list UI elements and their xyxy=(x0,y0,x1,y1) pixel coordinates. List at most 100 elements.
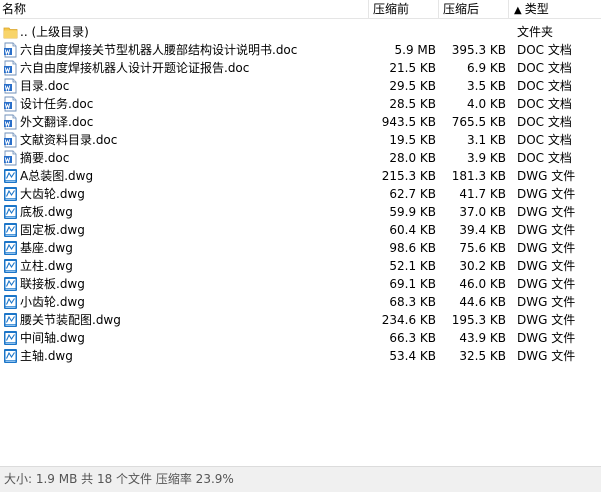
file-row[interactable]: 摘要.doc 28.0 KB 3.9 KB DOC 文档 xyxy=(0,149,601,167)
column-name-header[interactable]: 名称 xyxy=(0,0,368,19)
file-list: .. (上级目录) 文件夹 六自由度焊接关节型机器人腰部结构设计说明书.doc … xyxy=(0,23,601,365)
file-type: DOC 文档 xyxy=(517,133,572,147)
column-size-after-header[interactable]: 压缩后 xyxy=(438,0,508,19)
doc-icon xyxy=(3,114,18,130)
file-row[interactable]: 六自由度焊接机器人设计开题论证报告.doc 21.5 KB 6.9 KB DOC… xyxy=(0,59,601,77)
file-row[interactable]: 联接板.dwg 69.1 KB 46.0 KB DWG 文件 xyxy=(0,275,601,293)
column-type-header[interactable]: ▲ 类型 xyxy=(508,0,601,19)
dwg-icon xyxy=(3,348,18,364)
dwg-icon xyxy=(3,276,18,292)
file-size-after: 3.5 KB xyxy=(467,79,506,93)
file-type: DWG 文件 xyxy=(517,169,576,183)
file-size-before: 28.0 KB xyxy=(389,151,436,165)
parent-directory-type: 文件夹 xyxy=(517,25,554,39)
file-name: A总装图.dwg xyxy=(20,169,94,183)
file-row[interactable]: 中间轴.dwg 66.3 KB 43.9 KB DWG 文件 xyxy=(0,329,601,347)
file-size-after: 43.9 KB xyxy=(459,331,506,345)
file-size-after: 3.9 KB xyxy=(467,151,506,165)
file-row[interactable]: 六自由度焊接关节型机器人腰部结构设计说明书.doc 5.9 MB 395.3 K… xyxy=(0,41,601,59)
file-row[interactable]: 主轴.dwg 53.4 KB 32.5 KB DWG 文件 xyxy=(0,347,601,365)
status-bar: 大小: 1.9 MB 共 18 个文件 压缩率 23.9% xyxy=(0,466,601,492)
file-type: DWG 文件 xyxy=(517,205,576,219)
file-name: 大齿轮.dwg xyxy=(20,187,85,201)
file-size-after: 395.3 KB xyxy=(451,43,506,57)
status-text: 大小: 1.9 MB 共 18 个文件 压缩率 23.9% xyxy=(4,472,234,486)
file-name: 摘要.doc xyxy=(20,151,70,165)
file-row[interactable]: 外文翻译.doc 943.5 KB 765.5 KB DOC 文档 xyxy=(0,113,601,131)
file-name: 腰关节装配图.dwg xyxy=(20,313,121,327)
dwg-icon xyxy=(3,240,18,256)
file-type: DWG 文件 xyxy=(517,187,576,201)
dwg-icon xyxy=(3,294,18,310)
file-name: 立柱.dwg xyxy=(20,259,73,273)
file-row[interactable]: A总装图.dwg 215.3 KB 181.3 KB DWG 文件 xyxy=(0,167,601,185)
file-row[interactable]: 基座.dwg 98.6 KB 75.6 KB DWG 文件 xyxy=(0,239,601,257)
doc-icon xyxy=(3,60,18,76)
file-type: DOC 文档 xyxy=(517,115,572,129)
file-size-after: 41.7 KB xyxy=(459,187,506,201)
dwg-icon xyxy=(3,330,18,346)
file-size-before: 98.6 KB xyxy=(389,241,436,255)
file-size-after: 39.4 KB xyxy=(459,223,506,237)
file-size-after: 3.1 KB xyxy=(467,133,506,147)
file-size-before: 215.3 KB xyxy=(381,169,436,183)
file-row[interactable]: 文献资料目录.doc 19.5 KB 3.1 KB DOC 文档 xyxy=(0,131,601,149)
file-row[interactable]: 立柱.dwg 52.1 KB 30.2 KB DWG 文件 xyxy=(0,257,601,275)
file-row[interactable]: 固定板.dwg 60.4 KB 39.4 KB DWG 文件 xyxy=(0,221,601,239)
file-size-before: 943.5 KB xyxy=(381,115,436,129)
file-row[interactable]: 小齿轮.dwg 68.3 KB 44.6 KB DWG 文件 xyxy=(0,293,601,311)
file-name: 目录.doc xyxy=(20,79,70,93)
parent-directory-row[interactable]: .. (上级目录) 文件夹 xyxy=(0,23,601,41)
file-size-before: 69.1 KB xyxy=(389,277,436,291)
dwg-icon xyxy=(3,258,18,274)
file-type: DOC 文档 xyxy=(517,79,572,93)
file-size-before: 59.9 KB xyxy=(389,205,436,219)
file-row[interactable]: 大齿轮.dwg 62.7 KB 41.7 KB DWG 文件 xyxy=(0,185,601,203)
file-row[interactable]: 目录.doc 29.5 KB 3.5 KB DOC 文档 xyxy=(0,77,601,95)
sort-ascending-icon: ▲ xyxy=(514,5,522,16)
dwg-icon xyxy=(3,222,18,238)
file-type: DOC 文档 xyxy=(517,61,572,75)
file-name: 外文翻译.doc xyxy=(20,115,94,129)
dwg-icon xyxy=(3,186,18,202)
file-name: 底板.dwg xyxy=(20,205,73,219)
file-type: DOC 文档 xyxy=(517,151,572,165)
file-size-before: 234.6 KB xyxy=(381,313,436,327)
file-row[interactable]: 底板.dwg 59.9 KB 37.0 KB DWG 文件 xyxy=(0,203,601,221)
column-header: 名称 压缩前 压缩后 ▲ 类型 xyxy=(0,0,601,19)
file-type: DOC 文档 xyxy=(517,97,572,111)
file-row[interactable]: 腰关节装配图.dwg 234.6 KB 195.3 KB DWG 文件 xyxy=(0,311,601,329)
file-name: 基座.dwg xyxy=(20,241,73,255)
column-type-label: 类型 xyxy=(524,2,549,16)
file-size-before: 68.3 KB xyxy=(389,295,436,309)
file-row[interactable]: 设计任务.doc 28.5 KB 4.0 KB DOC 文档 xyxy=(0,95,601,113)
file-size-after: 44.6 KB xyxy=(459,295,506,309)
dwg-icon xyxy=(3,312,18,328)
file-size-after: 4.0 KB xyxy=(467,97,506,111)
doc-icon xyxy=(3,132,18,148)
file-name: 小齿轮.dwg xyxy=(20,295,85,309)
file-type: DWG 文件 xyxy=(517,241,576,255)
column-size-before-header[interactable]: 压缩前 xyxy=(368,0,438,19)
file-size-before: 60.4 KB xyxy=(389,223,436,237)
file-size-before: 29.5 KB xyxy=(389,79,436,93)
file-size-after: 195.3 KB xyxy=(451,313,506,327)
folder-icon xyxy=(3,24,18,40)
file-name: 文献资料目录.doc xyxy=(20,133,118,147)
file-type: DWG 文件 xyxy=(517,277,576,291)
file-name: 设计任务.doc xyxy=(20,97,94,111)
file-type: DWG 文件 xyxy=(517,295,576,309)
file-name: 中间轴.dwg xyxy=(20,331,85,345)
file-type: DOC 文档 xyxy=(517,43,572,57)
file-name: 六自由度焊接关节型机器人腰部结构设计说明书.doc xyxy=(20,43,298,57)
file-size-before: 66.3 KB xyxy=(389,331,436,345)
file-type: DWG 文件 xyxy=(517,349,576,363)
file-size-before: 28.5 KB xyxy=(389,97,436,111)
file-size-before: 53.4 KB xyxy=(389,349,436,363)
file-size-after: 32.5 KB xyxy=(459,349,506,363)
file-size-after: 6.9 KB xyxy=(467,61,506,75)
dwg-icon xyxy=(3,168,18,184)
file-name: 联接板.dwg xyxy=(20,277,85,291)
file-name: 主轴.dwg xyxy=(20,349,73,363)
file-type: DWG 文件 xyxy=(517,313,576,327)
